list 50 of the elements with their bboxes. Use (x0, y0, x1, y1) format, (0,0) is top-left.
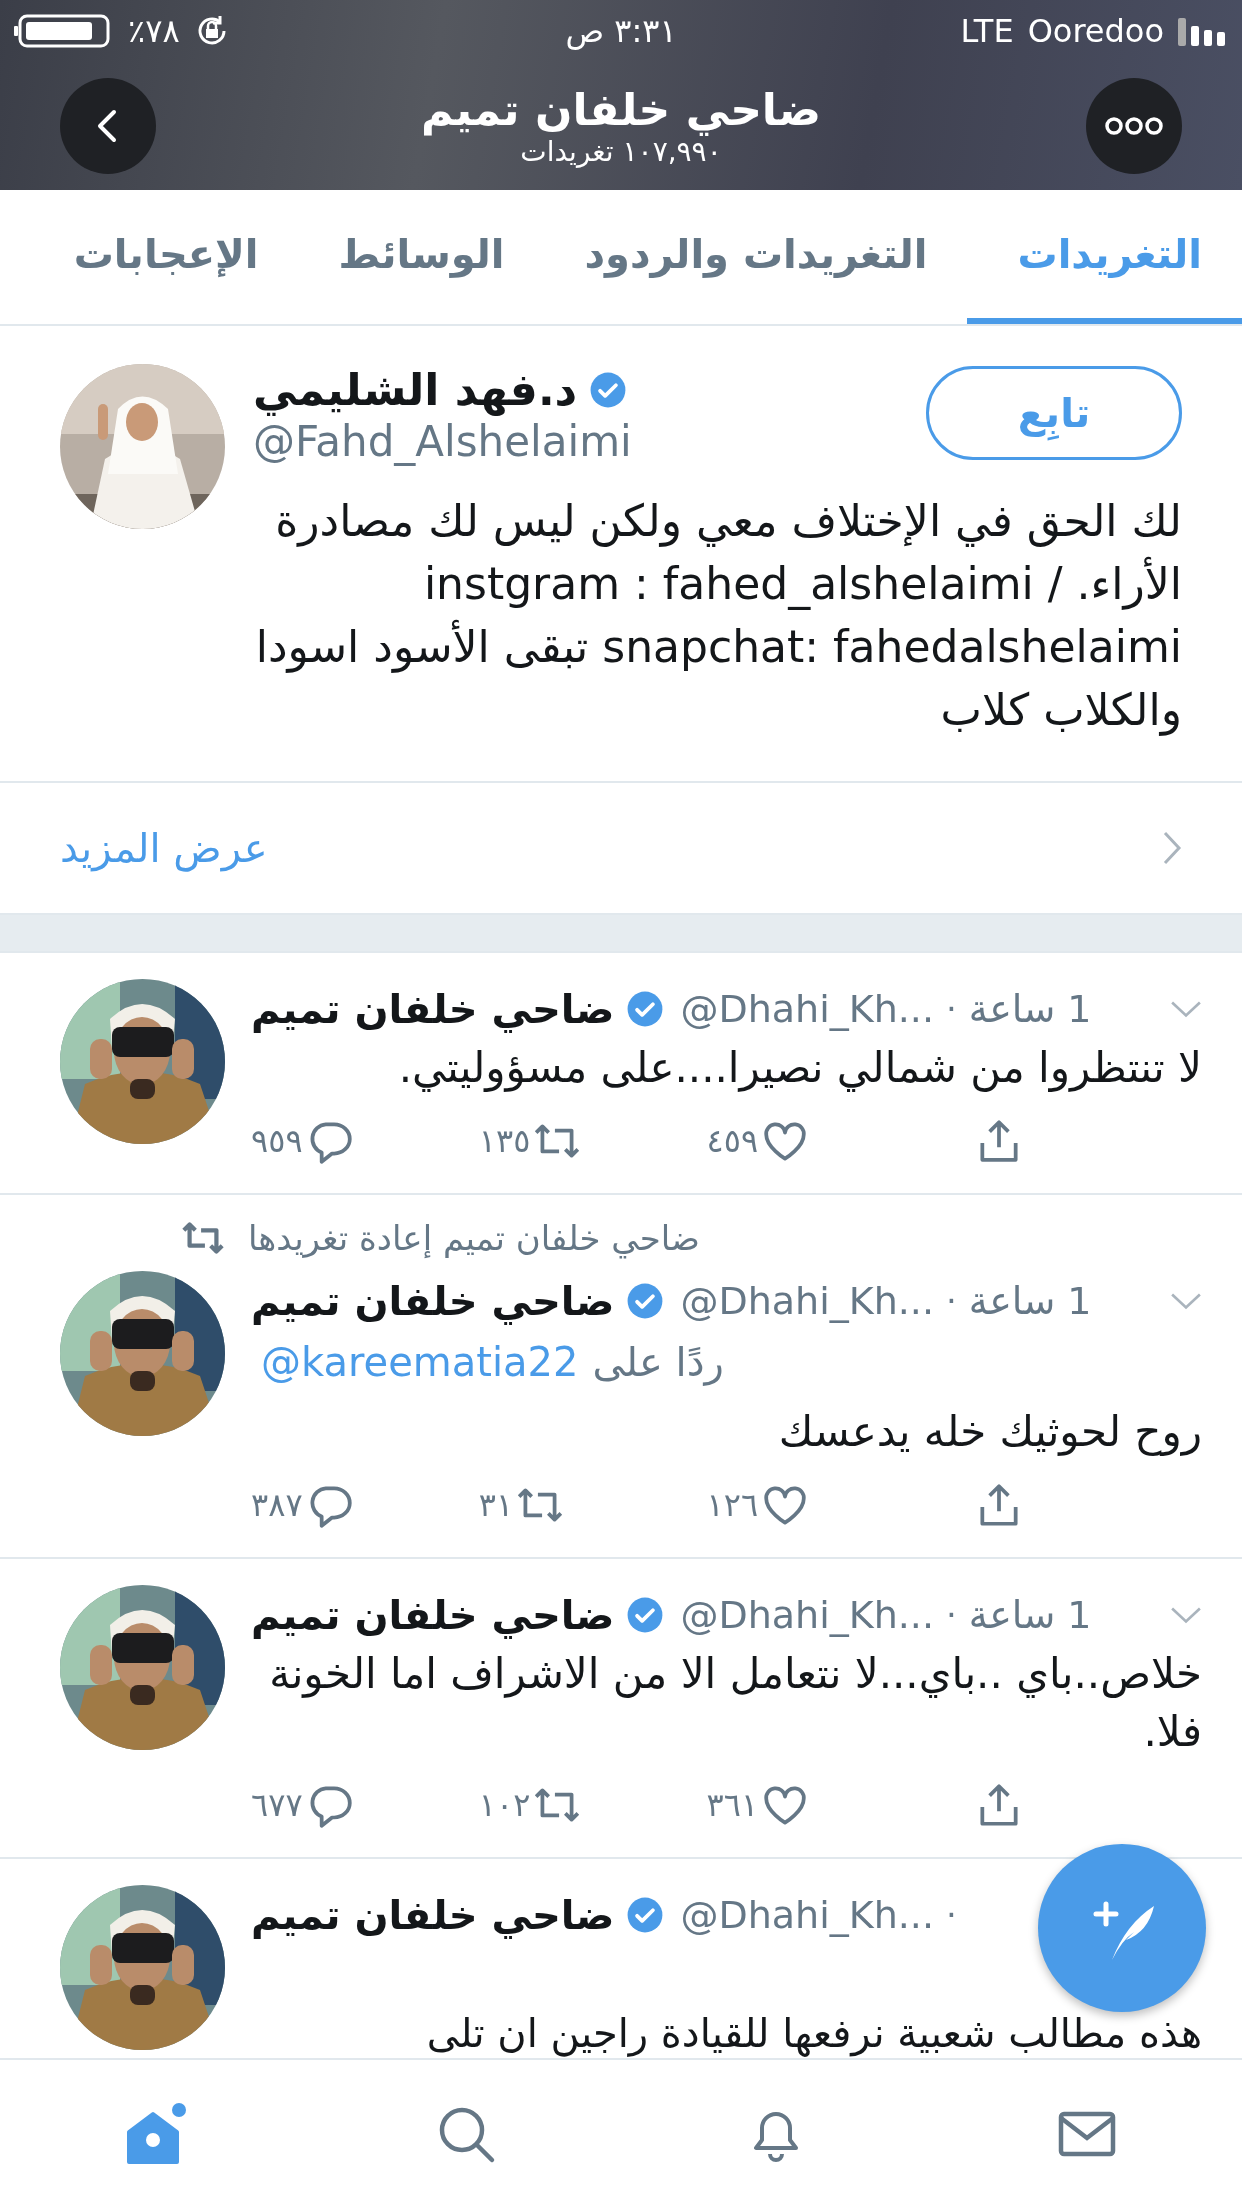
tweet-time: 1 ساعة (968, 1593, 1092, 1637)
author-handle: @Dhahi_Kh... (680, 1279, 934, 1323)
reply-count: ٦٧٧ (251, 1786, 303, 1824)
chevron-icon (1162, 830, 1182, 866)
author-name: ضاحي خلفان تميم (251, 1892, 615, 1938)
author-handle: @Dhahi_Kh... (680, 1593, 934, 1637)
profile-tab[interactable]: التغريدات والردود (544, 190, 968, 324)
tweet-time: 1 ساعة (968, 987, 1092, 1031)
carrier-name: Ooredoo (1027, 12, 1164, 50)
battery-percent: ٪٧٨ (128, 12, 180, 50)
retweet-count: ١٣٥ (478, 1122, 531, 1160)
separator-dot: · (946, 1281, 957, 1321)
author-name: ضاحي خلفان تميم (251, 1278, 615, 1324)
profile-tab[interactable]: التغريدات (967, 190, 1242, 324)
reply-count: ٩٥٩ (251, 1122, 303, 1160)
reply-count: ٣٨٧ (251, 1486, 303, 1524)
profile-title: ضاحي خلفان تميم (421, 84, 821, 137)
profile-tab[interactable]: الإعجابات (33, 190, 299, 324)
like-count: ٤٥٩ (706, 1122, 759, 1160)
network-type: LTE (960, 12, 1014, 50)
author-handle: @Dhahi_Kh... (680, 987, 934, 1031)
tweet-text: خلاص..باي ..باي...لا نتعامل الا من الاشراف اما الخونة فلا. (268, 1648, 1202, 1758)
tweet-text: هذه مطالب شعبية نرفعها للقيادة راجين ان تلى (425, 2009, 1202, 2055)
show-more-row[interactable]: عرض المزيد (0, 783, 1242, 913)
profile-name: د.فهد الشليمي (253, 364, 578, 415)
profile-handle: @Fahd_Alshelaimi (253, 417, 633, 466)
profile-tab[interactable]: الوسائط (298, 190, 545, 324)
tweet-text: روح لحوثيك خله يدعسك (777, 1406, 1202, 1458)
tweet-text: لا تنتظروا من شمالي نصيرا....على مسؤوليتي. (397, 1042, 1202, 1094)
retweeted-by-label: ضاحي خلفان تميم إعادة تغريدها (248, 1218, 700, 1258)
signal-icon (1178, 16, 1226, 46)
author-name: ضاحي خلفان تميم (251, 986, 615, 1032)
separator-dot: · (946, 1895, 957, 1935)
profile-bio: لك الحق في الإختلاف معي ولكن ليس لك مصادرة الأراء. / instgram : fahed_alshelaimi snapchat: fahedalshelaimi تبقى الأسود اسودا والكلاب كلاب (254, 494, 1182, 738)
separator-dot: · (946, 1595, 957, 1635)
more-icon (1104, 116, 1164, 136)
clock: ٣:٣١ ص (565, 12, 677, 50)
author-name: ضاحي خلفان تميم (251, 1592, 615, 1638)
replying-to-label: ردًا على (592, 1339, 724, 1385)
mention-link[interactable]: @kareematia22 (261, 1339, 579, 1385)
retweet-count: ٣١ (478, 1486, 514, 1524)
follow-button[interactable]: تابِع (926, 366, 1182, 460)
retweet-count: ١٠٢ (478, 1786, 531, 1824)
tweet-count: ١٠٧,٩٩٠ تغريدات (520, 137, 722, 168)
show-more-link[interactable]: عرض المزيد (60, 825, 268, 871)
separator-dot: · (946, 989, 957, 1029)
tweet-time: 1 ساعة (968, 1279, 1092, 1323)
like-count: ١٢٦ (706, 1486, 759, 1524)
like-count: ٣٦١ (706, 1786, 759, 1824)
author-handle: @Dhahi_Kh... (680, 1893, 934, 1937)
